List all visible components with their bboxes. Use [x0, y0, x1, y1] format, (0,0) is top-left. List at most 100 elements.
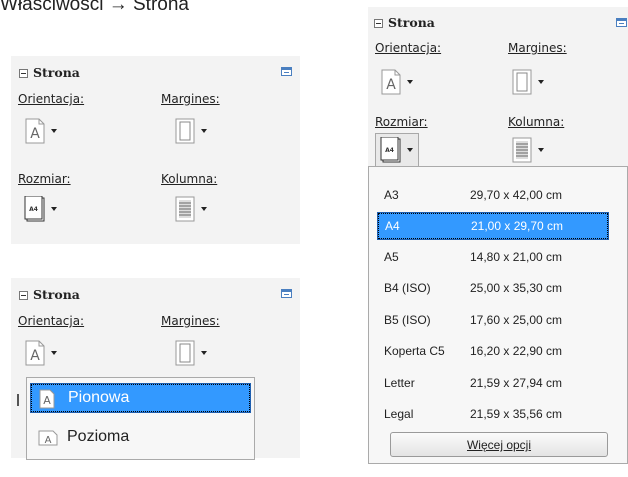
orientation-dropdown-button[interactable]: A — [375, 62, 419, 100]
size-label-text: Rozmiar: — [375, 115, 428, 129]
chevron-down-icon — [538, 80, 544, 84]
paper-size-name: Letter — [384, 376, 415, 390]
paper-size-name: A3 — [384, 188, 399, 202]
chevron-down-icon — [201, 129, 207, 133]
collapse-icon[interactable] — [374, 19, 383, 28]
paper-size-dimensions: 21,00 x 29,70 cm — [471, 219, 564, 233]
hidden-label-edge — [17, 394, 19, 406]
chevron-down-icon — [51, 129, 57, 133]
margins-label-text: Margines: — [508, 41, 567, 55]
orientation-option-portrait[interactable]: A Pionowa — [30, 383, 251, 413]
paper-size-option[interactable]: A4 21,00 x 29,70 cm — [377, 212, 609, 240]
chevron-down-icon — [538, 148, 544, 152]
more-options-icon[interactable] — [281, 289, 292, 298]
paper-size-option[interactable]: Legal 21,59 x 35,56 cm — [378, 402, 608, 428]
orientation-option-label: Pionowa — [68, 389, 130, 406]
orientation-option-landscape[interactable]: A Pozioma — [31, 424, 250, 452]
columns-icon — [512, 137, 532, 163]
chevron-down-icon — [51, 351, 57, 355]
margins-icon — [175, 118, 195, 144]
paper-size-option[interactable]: B4 (ISO) 25,00 x 35,30 cm — [378, 276, 608, 302]
paper-size-option[interactable]: Letter 21,59 x 27,94 cm — [378, 371, 608, 397]
paper-size-name: A4 — [385, 219, 400, 233]
collapse-icon[interactable] — [19, 291, 28, 300]
margins-label: Margines: — [508, 41, 567, 55]
a4-glyph: A4 — [29, 206, 38, 213]
orientation-option-label: Pozioma — [67, 428, 130, 445]
chevron-down-icon — [407, 80, 413, 84]
columns-label: Kolumna: — [508, 115, 564, 129]
panel-title: Strona — [33, 65, 80, 80]
svg-text:A: A — [30, 348, 40, 364]
size-dropdown-button[interactable]: A4 — [19, 189, 63, 227]
margins-dropdown-button[interactable] — [169, 333, 213, 371]
paper-size-dimensions: 21,59 x 27,94 cm — [470, 376, 563, 390]
margins-label-text: Margines: — [161, 314, 220, 328]
columns-label: Kolumna: — [161, 172, 217, 186]
orientation-dropdown-button[interactable]: A — [19, 333, 63, 371]
orientation-label-text: Orientacja: — [18, 92, 85, 106]
paper-size-dimensions: 29,70 x 42,00 cm — [470, 188, 563, 202]
margins-dropdown-button[interactable] — [506, 62, 550, 100]
size-label-text: Rozmiar: — [18, 172, 71, 186]
chevron-down-icon — [201, 351, 207, 355]
columns-dropdown-button[interactable] — [169, 189, 213, 227]
paper-size-a4-icon: A4 — [24, 196, 45, 222]
margins-label-text: Margines: — [161, 92, 220, 106]
paper-size-dimensions: 16,20 x 22,90 cm — [470, 344, 563, 358]
more-options-button[interactable]: Więcej opcji — [390, 432, 608, 457]
paper-size-menu: A3 29,70 x 42,00 cm A4 21,00 x 29,70 cm … — [368, 166, 628, 464]
paper-size-dimensions: 14,80 x 21,00 cm — [470, 250, 563, 264]
paper-size-option[interactable]: A5 14,80 x 21,00 cm — [378, 245, 608, 271]
more-options-icon[interactable] — [616, 18, 627, 27]
paper-size-a4-icon: A4 — [380, 137, 401, 163]
orientation-menu: A Pionowa A Pozioma — [26, 377, 255, 460]
paper-size-name: A5 — [384, 250, 399, 264]
paper-size-name: Koperta C5 — [384, 344, 445, 358]
svg-text:A: A — [43, 394, 51, 407]
paper-size-dimensions: 17,60 x 25,00 cm — [470, 313, 563, 327]
paper-size-name: B5 (ISO) — [384, 313, 431, 327]
orientation-label: Orientacja: — [18, 92, 84, 106]
columns-icon — [175, 196, 195, 222]
more-options-button-label: Więcej opcji — [391, 438, 607, 452]
panel-header[interactable]: Strona — [11, 278, 300, 304]
page-heading: Właściwości → Strona — [0, 0, 189, 15]
more-options-icon[interactable] — [281, 67, 292, 76]
orientation-label-text: Orientacja: — [18, 314, 85, 328]
columns-label-text: Kolumna: — [508, 115, 565, 129]
paper-size-dimensions: 21,59 x 35,56 cm — [470, 407, 563, 421]
size-label: Rozmiar: — [18, 172, 71, 186]
paper-size-dimensions: 25,00 x 35,30 cm — [470, 281, 563, 295]
paper-size-option[interactable]: B5 (ISO) 17,60 x 25,00 cm — [378, 308, 608, 334]
paper-size-option[interactable]: Koperta C5 16,20 x 22,90 cm — [378, 339, 608, 365]
page-properties-panel-size-open: Strona Orientacja: Margines: A Rozmiar: … — [368, 7, 628, 167]
orientation-label: Orientacja: — [18, 314, 84, 328]
orientation-icon: A — [381, 69, 401, 95]
paper-size-option[interactable]: A3 29,70 x 42,00 cm — [378, 183, 608, 209]
size-dropdown-button[interactable]: A4 — [375, 133, 419, 167]
panel-title: Strona — [33, 287, 80, 302]
page-properties-panel: Strona Orientacja: Margines: A Rozmiar: … — [11, 56, 300, 244]
orientation-dropdown-button[interactable]: A — [19, 111, 63, 149]
svg-text:A: A — [30, 126, 40, 142]
panel-header[interactable]: Strona — [368, 7, 628, 33]
chevron-down-icon — [407, 148, 413, 152]
margins-dropdown-button[interactable] — [169, 111, 213, 149]
paper-size-name: B4 (ISO) — [384, 281, 431, 295]
svg-text:A: A — [386, 77, 396, 93]
a4-glyph: A4 — [385, 147, 394, 154]
orientation-icon: A — [25, 340, 45, 366]
panel-title: Strona — [388, 15, 435, 30]
margins-label: Margines: — [161, 92, 220, 106]
collapse-icon[interactable] — [19, 69, 28, 78]
portrait-page-icon: A — [39, 389, 55, 409]
orientation-label-text: Orientacja: — [375, 41, 442, 55]
columns-label-text: Kolumna: — [161, 172, 218, 186]
margins-icon — [512, 69, 532, 95]
paper-size-name: Legal — [384, 407, 414, 421]
chevron-down-icon — [51, 207, 57, 211]
landscape-page-icon: A — [38, 430, 58, 446]
panel-header[interactable]: Strona — [11, 56, 300, 82]
orientation-label: Orientacja: — [375, 41, 441, 55]
